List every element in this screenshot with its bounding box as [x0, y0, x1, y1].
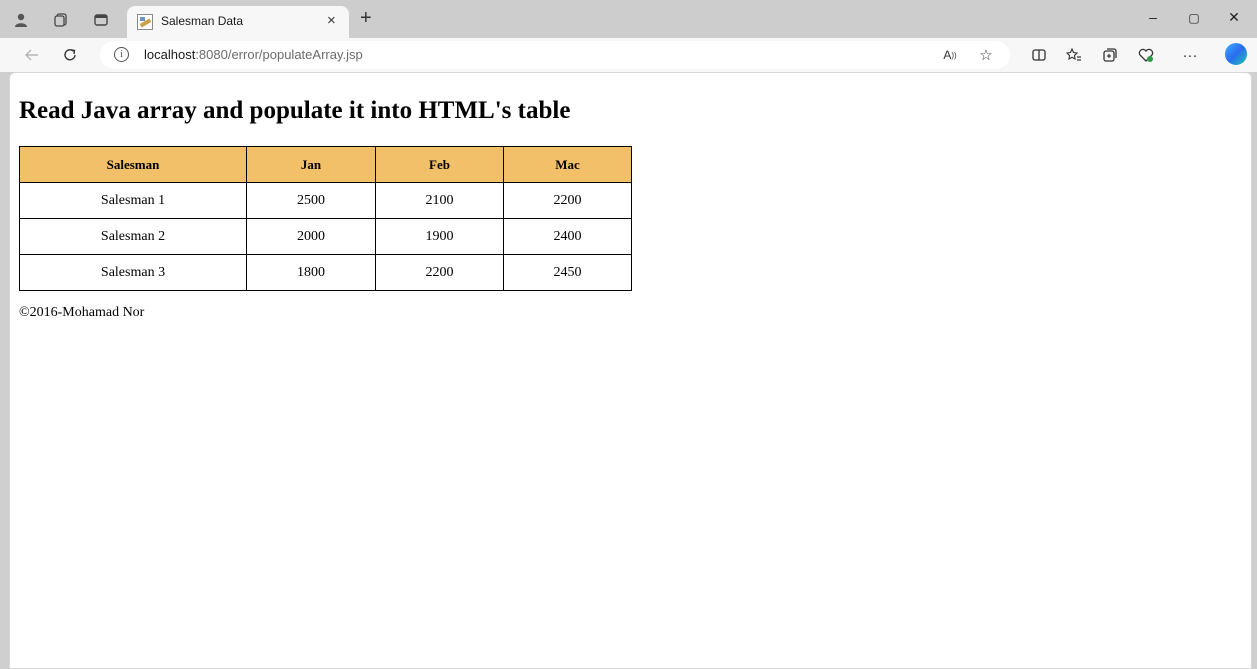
refresh-icon[interactable] [60, 45, 80, 65]
restore-button[interactable]: ▢ [1184, 11, 1204, 25]
table-header-row: Salesman Jan Feb Mac [19, 146, 632, 183]
copilot-icon[interactable] [1225, 43, 1247, 65]
url-host: localhost [144, 47, 196, 62]
address-bar[interactable]: i localhost:8080/error/populateArray.jsp… [100, 41, 1010, 69]
tab-close-icon[interactable]: × [327, 12, 336, 29]
close-window-button[interactable]: ✕ [1224, 9, 1244, 26]
collections-icon[interactable] [1100, 45, 1120, 65]
table-cell: 2450 [503, 254, 632, 291]
workspaces-icon[interactable] [52, 11, 70, 29]
table-cell: 2200 [503, 182, 632, 219]
url-path: :8080/error/populateArray.jsp [195, 47, 363, 62]
column-header: Salesman [19, 146, 247, 183]
table-cell: 2500 [246, 182, 376, 219]
table-cell: 2200 [375, 254, 504, 291]
site-info-icon[interactable]: i [114, 47, 129, 62]
new-tab-button[interactable]: + [360, 8, 372, 28]
back-arrow-icon[interactable] [22, 45, 42, 65]
table-cell: 1800 [246, 254, 376, 291]
url-text[interactable]: localhost:8080/error/populateArray.jsp [144, 47, 363, 62]
favorites-icon[interactable] [1064, 45, 1084, 65]
page-title: Read Java array and populate it into HTM… [19, 97, 571, 124]
table-row: Salesman 3 1800 2200 2450 [19, 254, 632, 291]
table-cell: Salesman 1 [19, 182, 247, 219]
table-cell: 1900 [375, 218, 504, 255]
more-options-icon[interactable]: ··· [1180, 45, 1200, 65]
copyright-footer: ©2016-Mohamad Nor [19, 305, 145, 320]
tab-salesman-data[interactable]: Salesman Data × [127, 6, 349, 38]
tab-title: Salesman Data [161, 14, 244, 28]
column-header: Jan [246, 146, 376, 183]
column-header: Feb [375, 146, 504, 183]
profile-icon[interactable] [12, 11, 30, 29]
table-row: Salesman 1 2500 2100 2200 [19, 182, 632, 219]
tab-strip: Salesman Data × + – ▢ ✕ [0, 0, 1257, 38]
page-viewport: Read Java array and populate it into HTM… [9, 72, 1252, 669]
favorite-star-icon[interactable]: ☆ [976, 45, 996, 65]
table-row: Salesman 2 2000 1900 2400 [19, 218, 632, 255]
column-header: Mac [503, 146, 632, 183]
read-aloud-icon[interactable]: A)) [940, 45, 960, 65]
split-screen-icon[interactable] [1029, 45, 1049, 65]
browser-essentials-icon[interactable] [1136, 45, 1156, 65]
page-favicon-icon [137, 14, 153, 30]
tab-actions-icon[interactable] [92, 11, 110, 29]
table-cell: 2000 [246, 218, 376, 255]
browser-toolbar: i localhost:8080/error/populateArray.jsp… [0, 38, 1257, 72]
table-cell: 2100 [375, 182, 504, 219]
table-cell: Salesman 2 [19, 218, 247, 255]
table-cell: 2400 [503, 218, 632, 255]
table-cell: Salesman 3 [19, 254, 247, 291]
minimize-button[interactable]: – [1143, 9, 1163, 25]
salesman-table: Salesman Jan Feb Mac Salesman 1 2500 210… [19, 146, 632, 291]
